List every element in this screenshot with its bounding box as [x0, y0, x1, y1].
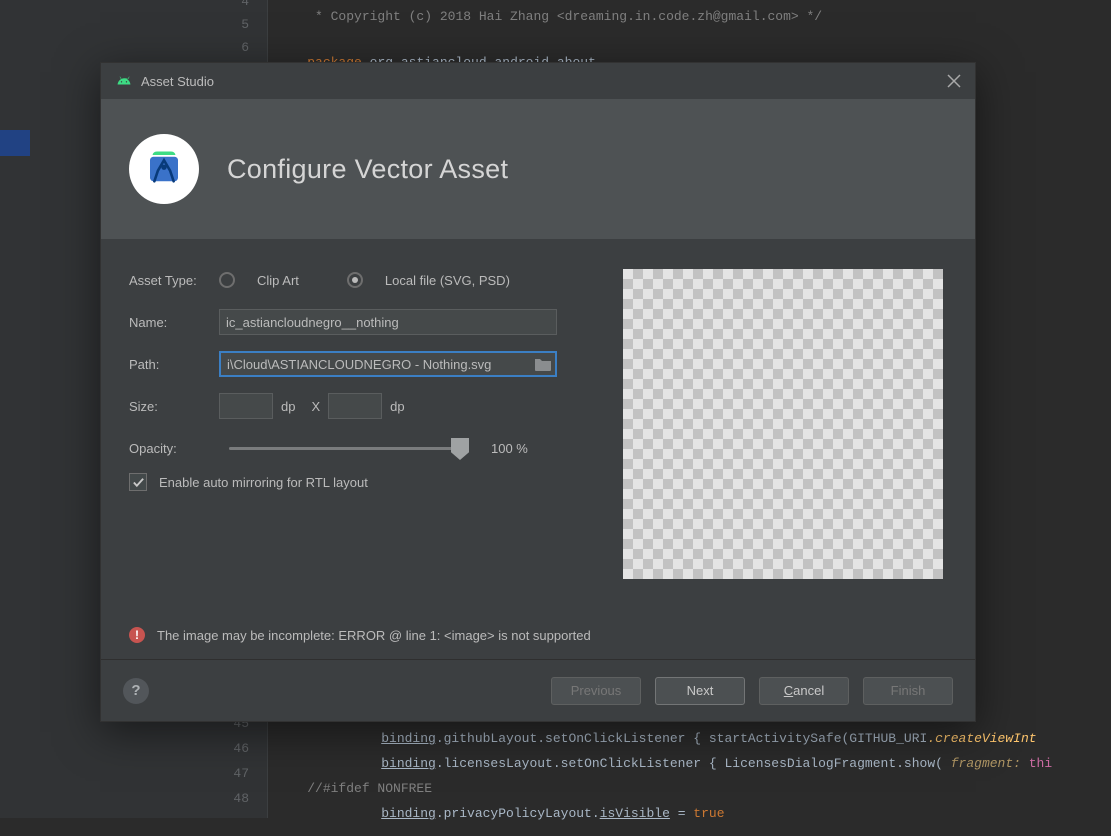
size-height-input[interactable] — [328, 393, 382, 419]
folder-icon — [535, 357, 551, 371]
clip-art-radio-label[interactable]: Clip Art — [257, 273, 299, 288]
editor-selection-indicator — [0, 130, 30, 156]
gutter-line-4: 4 — [219, 0, 249, 9]
previous-button[interactable]: Previous — [551, 677, 641, 705]
finish-button[interactable]: Finish — [863, 677, 953, 705]
size-width-input[interactable] — [219, 393, 273, 419]
name-input[interactable] — [219, 309, 557, 335]
gutter-line-6: 6 — [219, 40, 249, 55]
name-label: Name: — [129, 315, 219, 330]
local-file-radio[interactable] — [347, 272, 363, 288]
size-dp-1: dp — [281, 399, 295, 414]
gutter-line-48: 48 — [219, 791, 249, 806]
dialog-heading: Configure Vector Asset — [227, 154, 508, 185]
error-message: The image may be incomplete: ERROR @ lin… — [157, 628, 591, 643]
browse-folder-button[interactable] — [531, 352, 555, 376]
asset-studio-dialog: Asset Studio Configure Vector Asset Asse… — [100, 62, 976, 722]
dialog-body: Asset Type: Clip Art Local file (SVG, PS… — [101, 239, 975, 659]
checkmark-icon — [132, 476, 145, 489]
path-label: Path: — [129, 357, 219, 372]
error-message-row: ! The image may be incomplete: ERROR @ l… — [129, 627, 591, 643]
asset-preview — [623, 269, 943, 579]
error-icon: ! — [129, 627, 145, 643]
close-icon[interactable] — [947, 74, 961, 88]
dialog-footer: ? Previous Next Cancel Finish — [101, 659, 975, 721]
gutter-line-5: 5 — [219, 17, 249, 32]
code-line-48: binding.privacyPolicyLayout.isVisible = … — [350, 791, 725, 836]
help-button[interactable]: ? — [123, 678, 149, 704]
size-dp-2: dp — [390, 399, 404, 414]
auto-mirror-label[interactable]: Enable auto mirroring for RTL layout — [159, 475, 368, 490]
code-line-4: * Copyright (c) 2018 Hai Zhang <dreaming… — [276, 0, 822, 39]
android-icon — [115, 72, 133, 90]
dialog-header: Configure Vector Asset — [101, 99, 975, 239]
local-file-radio-label[interactable]: Local file (SVG, PSD) — [385, 273, 510, 288]
opacity-label: Opacity: — [129, 441, 229, 456]
auto-mirror-checkbox[interactable] — [129, 473, 147, 491]
dialog-title: Asset Studio — [141, 74, 214, 89]
code-line-46: binding.licensesLayout.setOnClickListene… — [350, 741, 1052, 786]
opacity-value: 100 % — [491, 441, 528, 456]
gutter-line-47: 47 — [219, 766, 249, 781]
path-field-wrap — [219, 351, 557, 377]
android-studio-logo — [129, 134, 199, 204]
size-label: Size: — [129, 399, 219, 414]
gutter-line-46: 46 — [219, 741, 249, 756]
asset-type-label: Asset Type: — [129, 273, 219, 288]
opacity-slider[interactable] — [229, 439, 461, 457]
cancel-button[interactable]: Cancel — [759, 677, 849, 705]
size-x: X — [311, 399, 320, 414]
path-input[interactable] — [221, 357, 531, 372]
next-button[interactable]: Next — [655, 677, 745, 705]
dialog-titlebar[interactable]: Asset Studio — [101, 63, 975, 99]
opacity-slider-thumb[interactable] — [451, 438, 469, 460]
clip-art-radio[interactable] — [219, 272, 235, 288]
